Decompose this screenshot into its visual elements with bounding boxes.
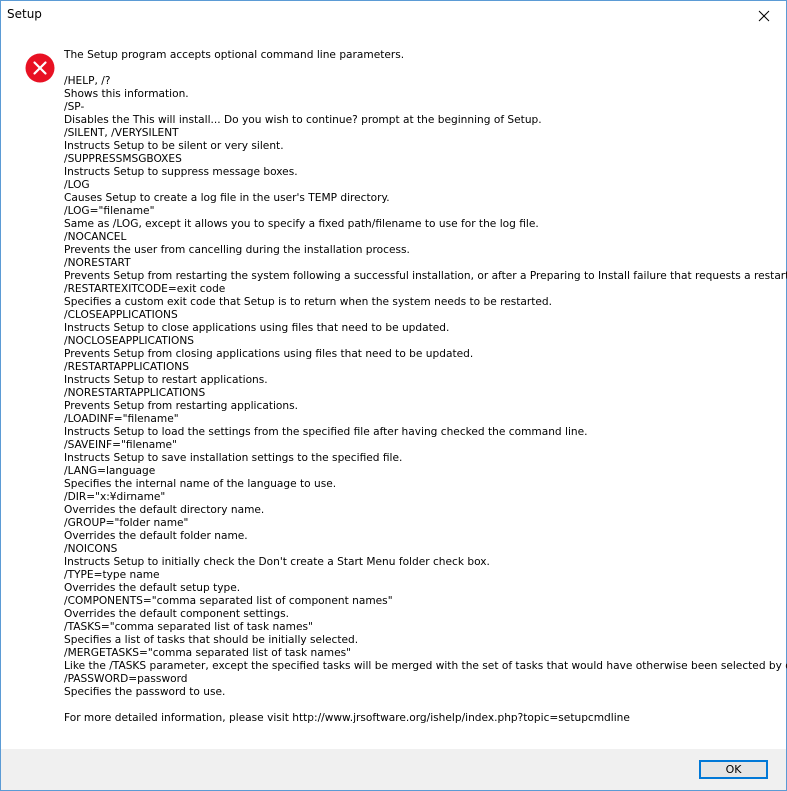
close-button[interactable] xyxy=(741,1,786,30)
message-line: /PASSWORD=password xyxy=(64,673,188,685)
message-line: Instructs Setup to initially check the D… xyxy=(64,556,490,568)
message-line: Prevents the user from cancelling during… xyxy=(64,244,410,256)
message-line: /SP- xyxy=(64,101,85,113)
message-intro: The Setup program accepts optional comma… xyxy=(64,49,405,61)
message-line: Instructs Setup to be silent or very sil… xyxy=(64,140,284,152)
message-line: Same as /LOG, except it allows you to sp… xyxy=(64,218,539,230)
message-line: Instructs Setup to suppress message boxe… xyxy=(64,166,298,178)
message-line: Prevents Setup from restarting the syste… xyxy=(64,270,787,282)
message-line: /LOG xyxy=(64,179,90,191)
message-lines: /HELP, /? Shows this information./SP- Disa… xyxy=(64,75,787,699)
close-icon xyxy=(758,10,769,21)
window-title: Setup xyxy=(7,7,42,21)
message-line: /MERGETASKS="comma separated list of tas… xyxy=(64,647,351,659)
message-line: Overrides the default folder name. xyxy=(64,530,248,542)
message-line: Disables the This will install... Do you… xyxy=(64,114,542,126)
message-line: Prevents Setup from restarting applicati… xyxy=(64,400,298,412)
message-line: /LOADINF="filename" xyxy=(64,413,179,425)
message-line: /NOCLOSEAPPLICATIONS xyxy=(64,335,194,347)
message-line: /CLOSEAPPLICATIONS xyxy=(64,309,178,321)
message-line: Like the /TASKS parameter, except the sp… xyxy=(64,660,787,672)
message-line: Overrides the default component settings… xyxy=(64,608,290,620)
message-line: /COMPONENTS="comma separated list of com… xyxy=(64,595,393,607)
message-line: /RESTARTAPPLICATIONS xyxy=(64,361,189,373)
title-bar: Setup xyxy=(1,1,786,30)
message-line: Instructs Setup to restart applications. xyxy=(64,374,268,386)
message-line: /LANG=language xyxy=(64,465,156,477)
message-line: /NORESTART xyxy=(64,257,131,269)
message-line: Specifies the internal name of the langu… xyxy=(64,478,337,490)
message-line: /SUPPRESSMSGBOXES xyxy=(64,153,182,165)
message-line: Instructs Setup to close applications us… xyxy=(64,322,450,334)
message-line: Specifies a list of tasks that should be… xyxy=(64,634,359,646)
message-line: /SAVEINF="filename" xyxy=(64,439,177,451)
message-text: The Setup program accepts optional comma… xyxy=(64,49,787,725)
message-line: Prevents Setup from closing applications… xyxy=(64,348,474,360)
message-line: /HELP, /? xyxy=(64,75,111,87)
message-footer-note: For more detailed information, please vi… xyxy=(64,712,630,724)
message-line: Overrides the default setup type. xyxy=(64,582,241,594)
message-line: /NOICONS xyxy=(64,543,118,555)
message-line: Specifies a custom exit code that Setup … xyxy=(64,296,552,308)
message-line: /GROUP="folder name" xyxy=(64,517,189,529)
message-line: Causes Setup to create a log file in the… xyxy=(64,192,390,204)
button-bar: OK xyxy=(1,749,786,790)
message-line: /TYPE=type name xyxy=(64,569,160,581)
message-line: Instructs Setup to load the settings fro… xyxy=(64,426,588,438)
message-line: Overrides the default directory name. xyxy=(64,504,265,516)
message-line: Specifies the password to use. xyxy=(64,686,226,698)
message-line: Shows this information. xyxy=(64,88,189,100)
message-line: /NORESTARTAPPLICATIONS xyxy=(64,387,206,399)
error-x-icon xyxy=(25,53,55,83)
dialog-content: The Setup program accepts optional comma… xyxy=(1,30,787,749)
message-line: /RESTARTEXITCODE=exit code xyxy=(64,283,226,295)
message-line: /NOCANCEL xyxy=(64,231,127,243)
setup-dialog: Setup The Setup program accepts optional… xyxy=(0,0,787,791)
message-line: Instructs Setup to save installation set… xyxy=(64,452,403,464)
message-line: /SILENT, /VERYSILENT xyxy=(64,127,179,139)
ok-button[interactable]: OK xyxy=(699,760,768,779)
message-line: /DIR="x:¥dirname" xyxy=(64,491,166,503)
message-line: /TASKS="comma separated list of task nam… xyxy=(64,621,313,633)
message-line: /LOG="filename" xyxy=(64,205,155,217)
